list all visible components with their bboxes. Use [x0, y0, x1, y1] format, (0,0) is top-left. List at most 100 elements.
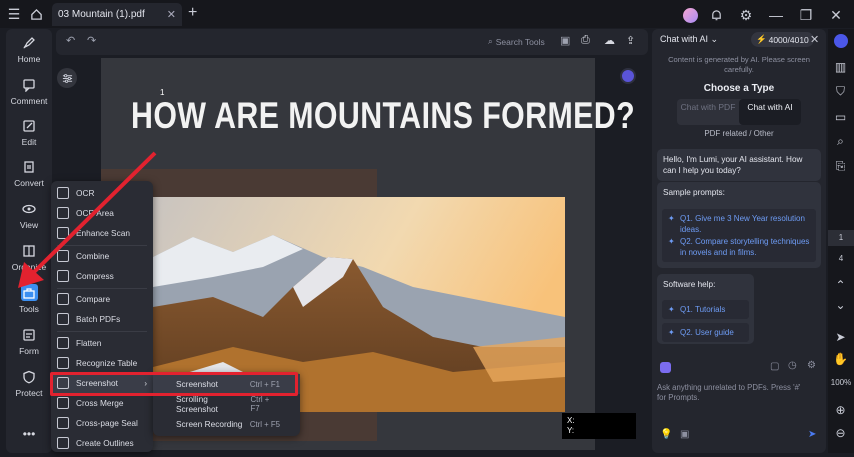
close-window-icon[interactable]: ✕: [824, 3, 848, 27]
cloud-sync-icon[interactable]: ☁: [604, 34, 615, 47]
hand-tool-icon[interactable]: ✋: [833, 351, 848, 366]
select-cursor-icon[interactable]: ➤: [833, 329, 848, 344]
ai-chat-panel: Chat with AI ⌄ ⚡ 4000/4010 ✕ Content is g…: [652, 29, 826, 453]
software-prompt-1[interactable]: ✦ Q1. Tutorials: [662, 300, 749, 319]
convert-icon: [21, 159, 37, 175]
edit-icon: [21, 118, 37, 134]
hamburger-menu-icon[interactable]: ☰: [2, 2, 26, 26]
avatar[interactable]: [683, 7, 698, 23]
history-icon[interactable]: ◷: [788, 360, 797, 371]
attachment-icon[interactable]: ⎘: [833, 159, 848, 174]
nav-home[interactable]: Home: [6, 35, 52, 64]
save-icon[interactable]: ▣: [560, 34, 570, 47]
home-icon[interactable]: [24, 2, 48, 26]
redo-icon[interactable]: ↷: [87, 34, 96, 47]
share-icon[interactable]: ⇪: [626, 34, 635, 47]
menu-item-label: OCR Area: [76, 208, 114, 218]
minimize-icon[interactable]: —: [764, 3, 788, 27]
zoom-in-icon[interactable]: ⊕: [833, 402, 848, 417]
nav-home-label: Home: [17, 54, 41, 64]
sample-prompts-title: Sample prompts:: [663, 188, 725, 197]
nav-form[interactable]: Form: [6, 327, 52, 356]
nav-protect[interactable]: Protect: [6, 369, 52, 398]
sparkle-icon: ✦: [668, 328, 675, 337]
restore-icon[interactable]: ❐: [794, 3, 818, 27]
gear-icon[interactable]: ⚙: [734, 3, 758, 27]
close-tab-icon[interactable]: ✕: [167, 8, 176, 21]
cross-merge-icon: [57, 397, 69, 409]
search-tools-label: Search Tools: [495, 36, 545, 47]
ai-mode-dropdown[interactable]: Chat with AI ⌄: [660, 34, 718, 45]
batch-pdfs-icon: [57, 313, 69, 325]
submenu-item-scrolling-screenshot[interactable]: Scrolling Screenshot Ctrl + F7: [153, 394, 300, 414]
menu-item-compress[interactable]: Compress: [51, 266, 153, 286]
prompt-text: Q1. Give me 3 New Year resolution ideas.: [680, 214, 805, 234]
menu-item-label: Combine: [76, 251, 110, 261]
chat-input[interactable]: Ask anything unrelated to PDFs. Press '#…: [657, 383, 811, 403]
send-icon[interactable]: ➤: [808, 429, 816, 440]
search-icon: ⌕: [488, 36, 493, 46]
bookmark-icon[interactable]: ⛉: [833, 84, 848, 99]
nav-view[interactable]: View: [6, 201, 52, 230]
attach-image-icon[interactable]: ▣: [680, 429, 689, 440]
nav-tools[interactable]: Tools: [6, 284, 52, 314]
ai-title: Chat with AI: [660, 34, 709, 44]
option-chat-with-pdf[interactable]: Chat with PDF: [677, 99, 739, 125]
lumi-icon: [660, 362, 671, 373]
menu-item-combine[interactable]: Combine: [51, 246, 153, 266]
nav-convert[interactable]: Convert: [6, 159, 52, 188]
nav-comment-label: Comment: [10, 96, 48, 106]
menu-item-compare[interactable]: Compare: [51, 289, 153, 309]
search-tools[interactable]: ⌕ Search Tools: [488, 36, 545, 47]
lightbulb-icon[interactable]: 💡: [660, 429, 672, 440]
menu-item-ocr-area[interactable]: OCR Area: [51, 203, 153, 223]
total-pages: 4: [838, 254, 844, 263]
search-panel-icon[interactable]: ⌕: [833, 134, 848, 149]
menu-item-recognize-table[interactable]: Recognize Table: [51, 353, 153, 373]
lightning-icon: ⚡: [756, 34, 767, 44]
menu-item-cross-merge[interactable]: Cross Merge: [51, 393, 153, 413]
ocr-area-icon: [57, 207, 69, 219]
chevron-up-icon[interactable]: ⌃: [833, 277, 848, 292]
bell-icon[interactable]: [704, 3, 728, 27]
undo-icon[interactable]: ↶: [66, 34, 75, 47]
software-prompt-2[interactable]: ✦ Q2. User guide: [662, 323, 749, 342]
grid-icon[interactable]: ▥: [833, 59, 848, 74]
nav-organize[interactable]: Organize: [6, 243, 52, 272]
print-icon[interactable]: ⎙: [581, 34, 590, 47]
current-page-input[interactable]: 1: [828, 230, 854, 246]
ai-rail-icon[interactable]: [834, 34, 848, 48]
menu-item-flatten[interactable]: Flatten: [51, 333, 153, 353]
zoom-level[interactable]: 100%: [828, 378, 854, 387]
zoom-out-icon[interactable]: ⊖: [833, 425, 848, 440]
new-tab-icon[interactable]: +: [188, 4, 197, 22]
menu-item-ocr[interactable]: OCR: [51, 183, 153, 203]
tab-title: 03 Mountain (1).pdf: [58, 9, 145, 20]
menu-item-label: Compress: [76, 271, 114, 281]
chevron-down-rail-icon[interactable]: ⌄: [833, 297, 848, 312]
settings-icon[interactable]: ⚙: [807, 360, 816, 371]
sample-prompt-2[interactable]: ✦ Q2. Compare storytelling techniques in …: [662, 232, 816, 262]
nav-edit[interactable]: Edit: [6, 118, 52, 147]
menu-item-batch-pdfs[interactable]: Batch PDFs: [51, 309, 153, 329]
credit-badge[interactable]: ⚡ 4000/4010: [751, 32, 814, 47]
comment-icon: [21, 77, 37, 93]
right-rail: ▥ ⛉ ▭ ⌕ ⎘ 1 4 ⌃ ⌄ ➤ ✋ 100% ⊕ ⊖: [828, 29, 854, 453]
choose-type-title: Choose a Type: [703, 83, 775, 94]
filter-settings-icon[interactable]: [57, 68, 77, 88]
document-tab[interactable]: 03 Mountain (1).pdf ✕: [52, 3, 182, 26]
page-heading: HOW ARE MOUNTAINS FORMED?: [131, 95, 636, 136]
option-chat-with-ai[interactable]: Chat with AI: [739, 99, 801, 125]
prompt-text: Q2. User guide: [680, 328, 734, 337]
menu-item-cross-page-seal[interactable]: Cross-page Seal: [51, 413, 153, 433]
compare-icon: [57, 293, 69, 305]
more-options-icon[interactable]: •••: [6, 427, 52, 441]
menu-item-enhance-scan[interactable]: Enhance Scan: [51, 223, 153, 243]
comment-panel-icon[interactable]: ▭: [833, 109, 848, 124]
ai-assistant-float-icon[interactable]: [620, 68, 636, 84]
submenu-item-screen-recording[interactable]: Screen Recording Ctrl + F5: [153, 414, 300, 434]
menu-item-create-outlines[interactable]: Create Outlines: [51, 433, 153, 453]
close-panel-icon[interactable]: ✕: [810, 33, 819, 46]
image-icon[interactable]: ▢: [770, 361, 779, 372]
nav-comment[interactable]: Comment: [6, 77, 52, 106]
